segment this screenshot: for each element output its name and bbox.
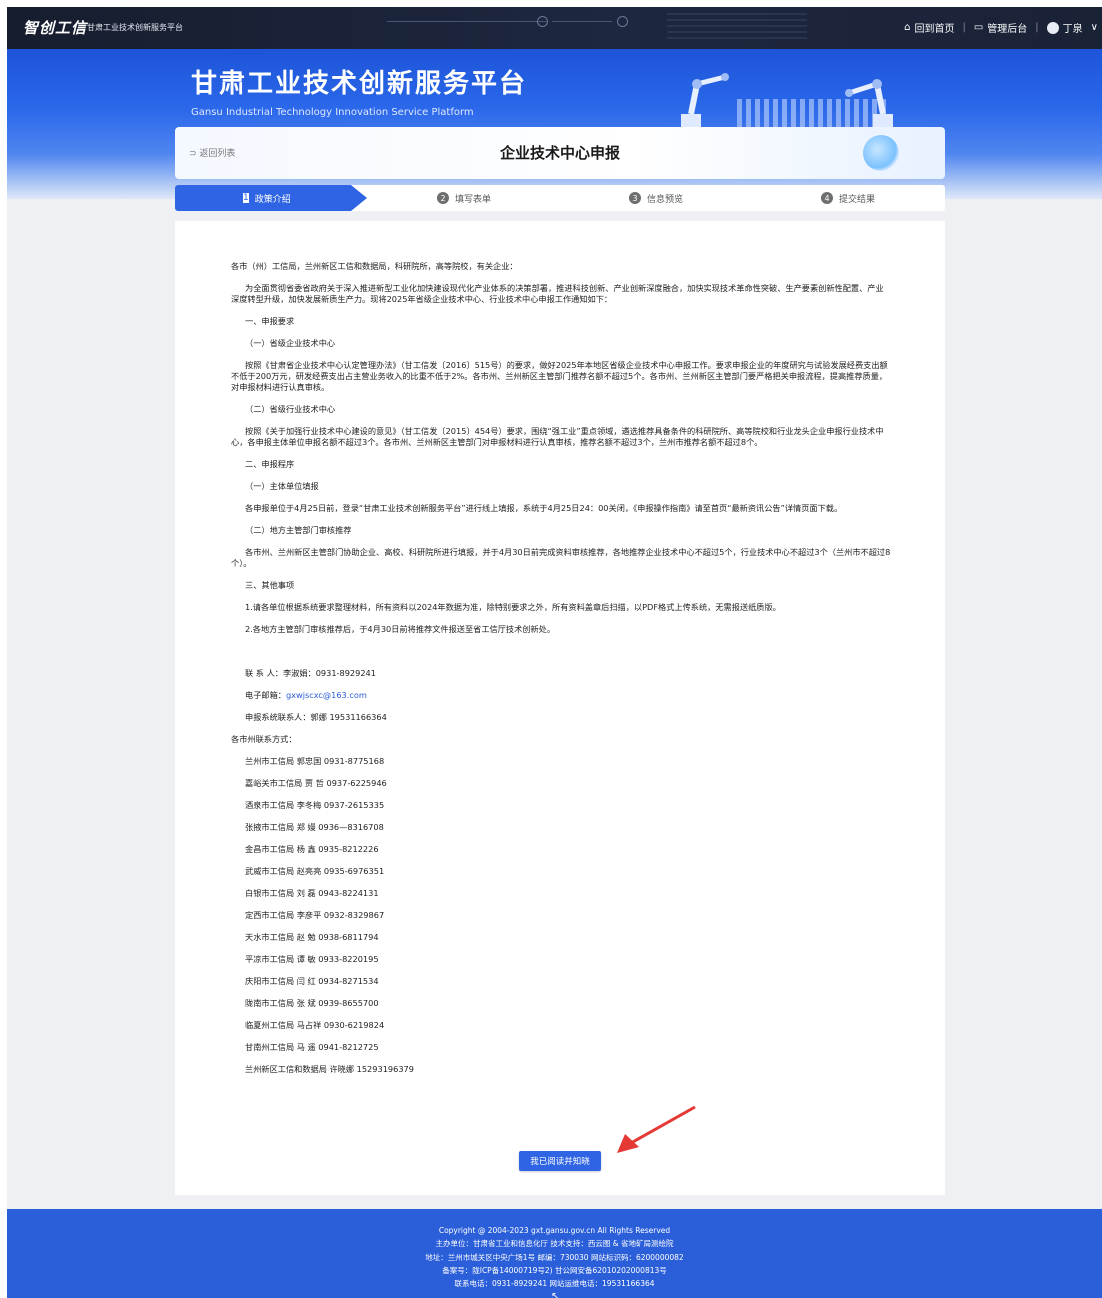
- top-bar: 智创工信 甘肃工业技术创新服务平台 ⌂ 回到首页 | ▭ 管理后台 | 丁泉 ∨: [7, 7, 1102, 49]
- step-label: 信息预览: [647, 194, 684, 205]
- decor-orb: [863, 135, 899, 171]
- red-arrow-annotation: [617, 1105, 696, 1153]
- decor-bars: [667, 13, 807, 43]
- section-heading: 二、申报程序: [245, 459, 295, 469]
- notice-paragraph: 按照《关于加强行业技术中心建设的意见》（甘工信发〔2015〕454号）要求，围绕…: [231, 426, 884, 447]
- page-header-card: ⊃ 返回列表 企业技术中心申报: [175, 127, 945, 179]
- footer-record[interactable]: 备案号：陇ICP备14000719号2) 甘公网安备62010202000813…: [7, 1264, 1102, 1277]
- site-footer: Copyright @ 2004-2023 gxt.gansu.gov.cn A…: [7, 1209, 1102, 1298]
- admin-link-label: 管理后台: [987, 24, 1028, 35]
- city-contact-item: 金昌市工信局 杨 鑫 0935-8212226: [245, 844, 379, 854]
- nav-divider: |: [962, 22, 966, 33]
- step-label: 政策介绍: [254, 194, 291, 205]
- notice-paragraph: 各市州、兰州新区主管部门协助企业、高校、科研院所进行填报，并于4月30日前完成资…: [231, 547, 891, 568]
- notice-item: 2.各地方主管部门审核推荐后，于4月30日前将推荐文件报送至省工信厅技术创新处。: [245, 624, 556, 634]
- decor-line: [552, 21, 612, 22]
- subsection-heading: （二）地方主管部门审核推荐: [245, 525, 352, 535]
- acknowledge-button[interactable]: 我已阅读并知晓: [519, 1151, 601, 1171]
- home-link-label: 回到首页: [914, 24, 955, 35]
- top-nav: ⌂ 回到首页 | ▭ 管理后台 | 丁泉 ∨: [904, 20, 1098, 35]
- system-contact: 申报系统联系人：郭娜 19531166364: [245, 712, 387, 722]
- section-heading: 三、其他事项: [245, 580, 295, 590]
- policy-panel: 各市（州）工信局，兰州新区工信和数据局，科研院所，高等院校，有关企业： 为全面贯…: [175, 221, 945, 1195]
- city-contact-item: 庆阳市工信局 闫 红 0934-8271534: [245, 976, 379, 986]
- step-bar: 1 政策介绍 2 填写表单 3 信息预览 4 提交结果: [175, 185, 945, 211]
- app-frame: 智创工信 甘肃工业技术创新服务平台 ⌂ 回到首页 | ▭ 管理后台 | 丁泉 ∨: [7, 7, 1102, 1298]
- city-contact-item: 武威市工信局 赵亮亮 0935-6976351: [245, 866, 385, 876]
- city-contact-item: 兰州市工信局 郭忠国 0931-8775168: [245, 756, 385, 766]
- notice-item: 1.请各单位根据系统要求整理材料，所有资料以2024年数据为准，除特别要求之外，…: [245, 602, 781, 612]
- banner-subtitle: Gansu Industrial Technology Innovation S…: [191, 107, 474, 118]
- decor-line: [387, 21, 547, 22]
- city-contact-item: 平凉市工信局 谭 敏 0933-8220195: [245, 954, 379, 964]
- city-contact-item: 陇南市工信局 张 斌 0939-8655700: [245, 998, 379, 1008]
- email-link[interactable]: gxwjscxc@163.com: [286, 690, 367, 700]
- city-contact-item: 酒泉市工信局 李冬梅 0937-2615335: [245, 800, 385, 810]
- footer-sponsor: 主办单位：甘肃省工业和信息化厅 技术支持：西云图 & 省地矿局测绘院: [435, 1239, 674, 1249]
- subsection-heading: （一）省级企业技术中心: [245, 338, 336, 348]
- admin-link[interactable]: ▭ 管理后台: [974, 20, 1027, 35]
- step-number: 4: [821, 192, 833, 204]
- notice-salutation: 各市（州）工信局，兰州新区工信和数据局，科研院所，高等院校，有关企业：: [231, 261, 518, 271]
- nav-divider: |: [1035, 22, 1039, 33]
- decor-circle: [617, 16, 628, 27]
- city-contact-item: 嘉峪关市工信局 贾 哲 0937-6225946: [245, 778, 387, 788]
- step-number: 2: [437, 192, 449, 204]
- page-title: 企业技术中心申报: [499, 144, 620, 162]
- policy-notice: 各市（州）工信局，兰州新区工信和数据局，科研院所，高等院校，有关企业： 为全面贯…: [231, 261, 891, 1075]
- city-contact-item: 临夏州工信局 马占祥 0930-6219824: [245, 1020, 385, 1030]
- contact-person: 联 系 人：李淑娟：0931-8929241: [245, 668, 376, 678]
- home-icon: ⌂: [904, 22, 911, 33]
- notice-paragraph: 各申报单位于4月25日前，登录“甘肃工业技术创新服务平台”进行线上填报，系统于4…: [245, 503, 843, 513]
- step-4[interactable]: 4 提交结果: [821, 185, 875, 211]
- decor-circle: [537, 16, 548, 27]
- user-name: 丁泉: [1062, 24, 1083, 35]
- email-label: 电子邮箱：: [245, 690, 286, 700]
- subsection-heading: （一）主体单位填报: [245, 481, 319, 491]
- chevron-down-icon: ∨: [1090, 22, 1098, 33]
- notice-paragraph: 按照《甘肃省企业技术中心认定管理办法》（甘工信发〔2016〕515号）的要求，做…: [231, 360, 888, 392]
- footer-copyright: Copyright @ 2004-2023 gxt.gansu.gov.cn A…: [438, 1226, 671, 1235]
- step-label: 提交结果: [839, 194, 876, 205]
- home-link[interactable]: ⌂ 回到首页: [904, 20, 954, 35]
- footer-phone: 联系电话：0931-8929241 网站运维电话：19531166364: [454, 1279, 655, 1289]
- city-contacts-title: 各市州联系方式：: [231, 734, 297, 744]
- robot-arm-icon: [681, 73, 729, 132]
- email-line: 电子邮箱：gxwjscxc@163.com: [231, 690, 891, 701]
- step-label: 填写表单: [455, 194, 492, 205]
- city-contact-item: 天水市工信局 赵 勉 0938-6811794: [245, 932, 379, 942]
- step-1-active[interactable]: 1 政策介绍: [175, 185, 367, 211]
- notice-intro: 为全面贯彻省委省政府关于深入推进新型工业化加快建设现代化产业体系的决策部署，推进…: [231, 283, 884, 304]
- city-contact-item: 白银市工信局 刘 磊 0943-8224131: [245, 888, 379, 898]
- monitor-icon: ▭: [973, 22, 984, 33]
- step-number: 1: [243, 193, 249, 203]
- city-contact-item: 张掖市工信局 郑 嫚 0936—8316708: [245, 822, 384, 832]
- section-heading: 一、申报要求: [245, 316, 295, 326]
- site-logo[interactable]: 智创工信: [23, 17, 87, 38]
- mouse-cursor-icon: ↖: [551, 1291, 560, 1298]
- city-contact-item: 兰州新区工信和数据局 许晓娜 15293196379: [245, 1064, 414, 1074]
- step-number: 3: [629, 192, 641, 204]
- step-2[interactable]: 2 填写表单: [437, 185, 491, 211]
- robot-arm-icon: [845, 79, 893, 132]
- city-contact-item: 定西市工信局 李彦平 0932-8329867: [245, 910, 385, 920]
- banner-title: 甘肃工业技术创新服务平台: [191, 69, 528, 99]
- avatar: [1046, 21, 1059, 34]
- subsection-heading: （二）省级行业技术中心: [245, 404, 336, 414]
- city-contacts-list: 兰州市工信局 郭忠国 0931-8775168 嘉峪关市工信局 贾 哲 0937-…: [231, 745, 891, 1075]
- user-menu[interactable]: 丁泉 ∨: [1046, 20, 1098, 35]
- site-logo-subtitle: 甘肃工业技术创新服务平台: [87, 23, 183, 32]
- footer-address: 地址：兰州市城关区中央广场1号 邮编：730030 网站标识码：62000000…: [425, 1252, 684, 1262]
- city-contact-item: 甘南州工信局 马 遥 0941-8212725: [245, 1042, 379, 1052]
- step-3[interactable]: 3 信息预览: [629, 185, 683, 211]
